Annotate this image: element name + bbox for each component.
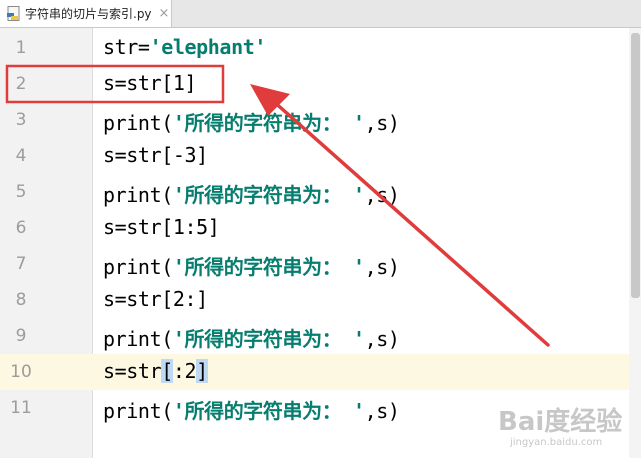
code-token: s=str[2:] [103, 287, 208, 311]
file-tab-label: 字符串的切片与索引.py [25, 7, 152, 21]
code-token: ,s) [364, 327, 400, 351]
scrollbar-thumb[interactable] [631, 33, 640, 298]
string-literal: '所得的字符串为： ' [172, 111, 365, 135]
code-line[interactable]: 7 print('所得的字符串为： ',s) [0, 246, 641, 282]
code-token: str= [103, 35, 150, 59]
code-token: ,s) [364, 183, 400, 207]
line-number-cell: 4 [0, 138, 92, 174]
matched-bracket: ] [196, 359, 208, 383]
code-text[interactable]: s=str[:2] [103, 359, 208, 383]
line-number: 2 [15, 74, 27, 94]
editor-tab-bar: 字符串的切片与索引.py × [0, 0, 641, 28]
line-number-cell: 6 [0, 210, 92, 246]
line-number-cell: 11 [0, 390, 92, 426]
code-token: print( [103, 111, 173, 135]
code-token: s=str [103, 359, 162, 383]
code-text[interactable]: s=str[2:] [103, 287, 208, 311]
code-line[interactable]: 4 s=str[-3] [0, 138, 641, 174]
line-number-cell: 5 [0, 174, 92, 210]
code-line[interactable]: 8 s=str[2:] [0, 282, 641, 318]
line-number: 5 [15, 182, 27, 202]
code-line[interactable]: 10 s=str[:2] [0, 354, 641, 390]
code-token: ,s) [364, 255, 400, 279]
line-number: 7 [15, 254, 27, 274]
code-token: s=str[1:5] [103, 215, 220, 239]
watermark-url: jingyan.baidu.com [510, 437, 603, 448]
string-literal: 'elephant' [149, 35, 267, 59]
line-number-cell: 9 [0, 318, 92, 354]
baidu-watermark: Bai度经验 jingyan.baidu.com [498, 399, 638, 455]
code-token: s=str[1] [103, 71, 197, 95]
code-token: s=str[-3] [103, 143, 208, 167]
code-text[interactable]: str='elephant' [103, 35, 266, 59]
line-number: 1 [15, 38, 27, 58]
code-text[interactable]: s=str[1:5] [103, 215, 220, 239]
line-number: 9 [15, 326, 27, 346]
line-number-cell: 7 [0, 246, 92, 282]
code-text[interactable]: print('所得的字符串为： ',s) [103, 179, 400, 208]
code-token: print( [103, 399, 173, 423]
string-literal: '所得的字符串为： ' [172, 327, 365, 351]
code-token: :2 [172, 359, 197, 383]
line-number: 11 [10, 398, 32, 418]
line-number: 8 [15, 290, 27, 310]
code-token: print( [103, 255, 173, 279]
code-line[interactable]: 6 s=str[1:5] [0, 210, 641, 246]
code-text[interactable]: s=str[1] [103, 71, 197, 95]
code-text[interactable]: s=str[-3] [103, 143, 208, 167]
close-icon[interactable]: × [159, 7, 170, 20]
code-text[interactable]: print('所得的字符串为： ',s) [103, 251, 400, 280]
code-line[interactable]: 3 print('所得的字符串为： ',s) [0, 102, 641, 138]
line-number: 10 [10, 362, 32, 382]
line-number-cell: 3 [0, 102, 92, 138]
matched-bracket: [ [161, 359, 173, 383]
watermark-text: Bai度经验 [498, 407, 623, 437]
code-text[interactable]: print('所得的字符串为： ',s) [103, 107, 400, 136]
string-literal: '所得的字符串为： ' [172, 399, 365, 423]
line-number-cell: 10 [0, 354, 92, 390]
line-number-cell: 1 [0, 30, 92, 66]
code-editor[interactable]: 1 str='elephant' 2 s=str[1] 3 print('所得的字符串为：… [0, 28, 641, 458]
code-line[interactable]: 2 s=str[1] [0, 66, 641, 102]
file-tab[interactable]: 字符串的切片与索引.py × [0, 0, 172, 27]
line-number-cell: 2 [0, 66, 92, 102]
code-token: ,s) [364, 111, 400, 135]
line-number: 4 [15, 146, 27, 166]
code-line[interactable]: 1 str='elephant' [0, 30, 641, 66]
line-number: 3 [15, 110, 27, 130]
code-token: ,s) [364, 399, 400, 423]
code-text[interactable]: print('所得的字符串为： ',s) [103, 395, 400, 424]
python-file-icon [5, 5, 23, 23]
line-number: 6 [15, 218, 27, 238]
code-line[interactable]: 9 print('所得的字符串为： ',s) [0, 318, 641, 354]
code-token: print( [103, 183, 173, 207]
string-literal: '所得的字符串为： ' [172, 183, 365, 207]
code-text[interactable]: print('所得的字符串为： ',s) [103, 323, 400, 352]
string-literal: '所得的字符串为： ' [172, 255, 365, 279]
code-line[interactable]: 5 print('所得的字符串为： ',s) [0, 174, 641, 210]
code-token: print( [103, 327, 173, 351]
line-number-cell: 8 [0, 282, 92, 318]
gutter-tail [0, 433, 93, 458]
